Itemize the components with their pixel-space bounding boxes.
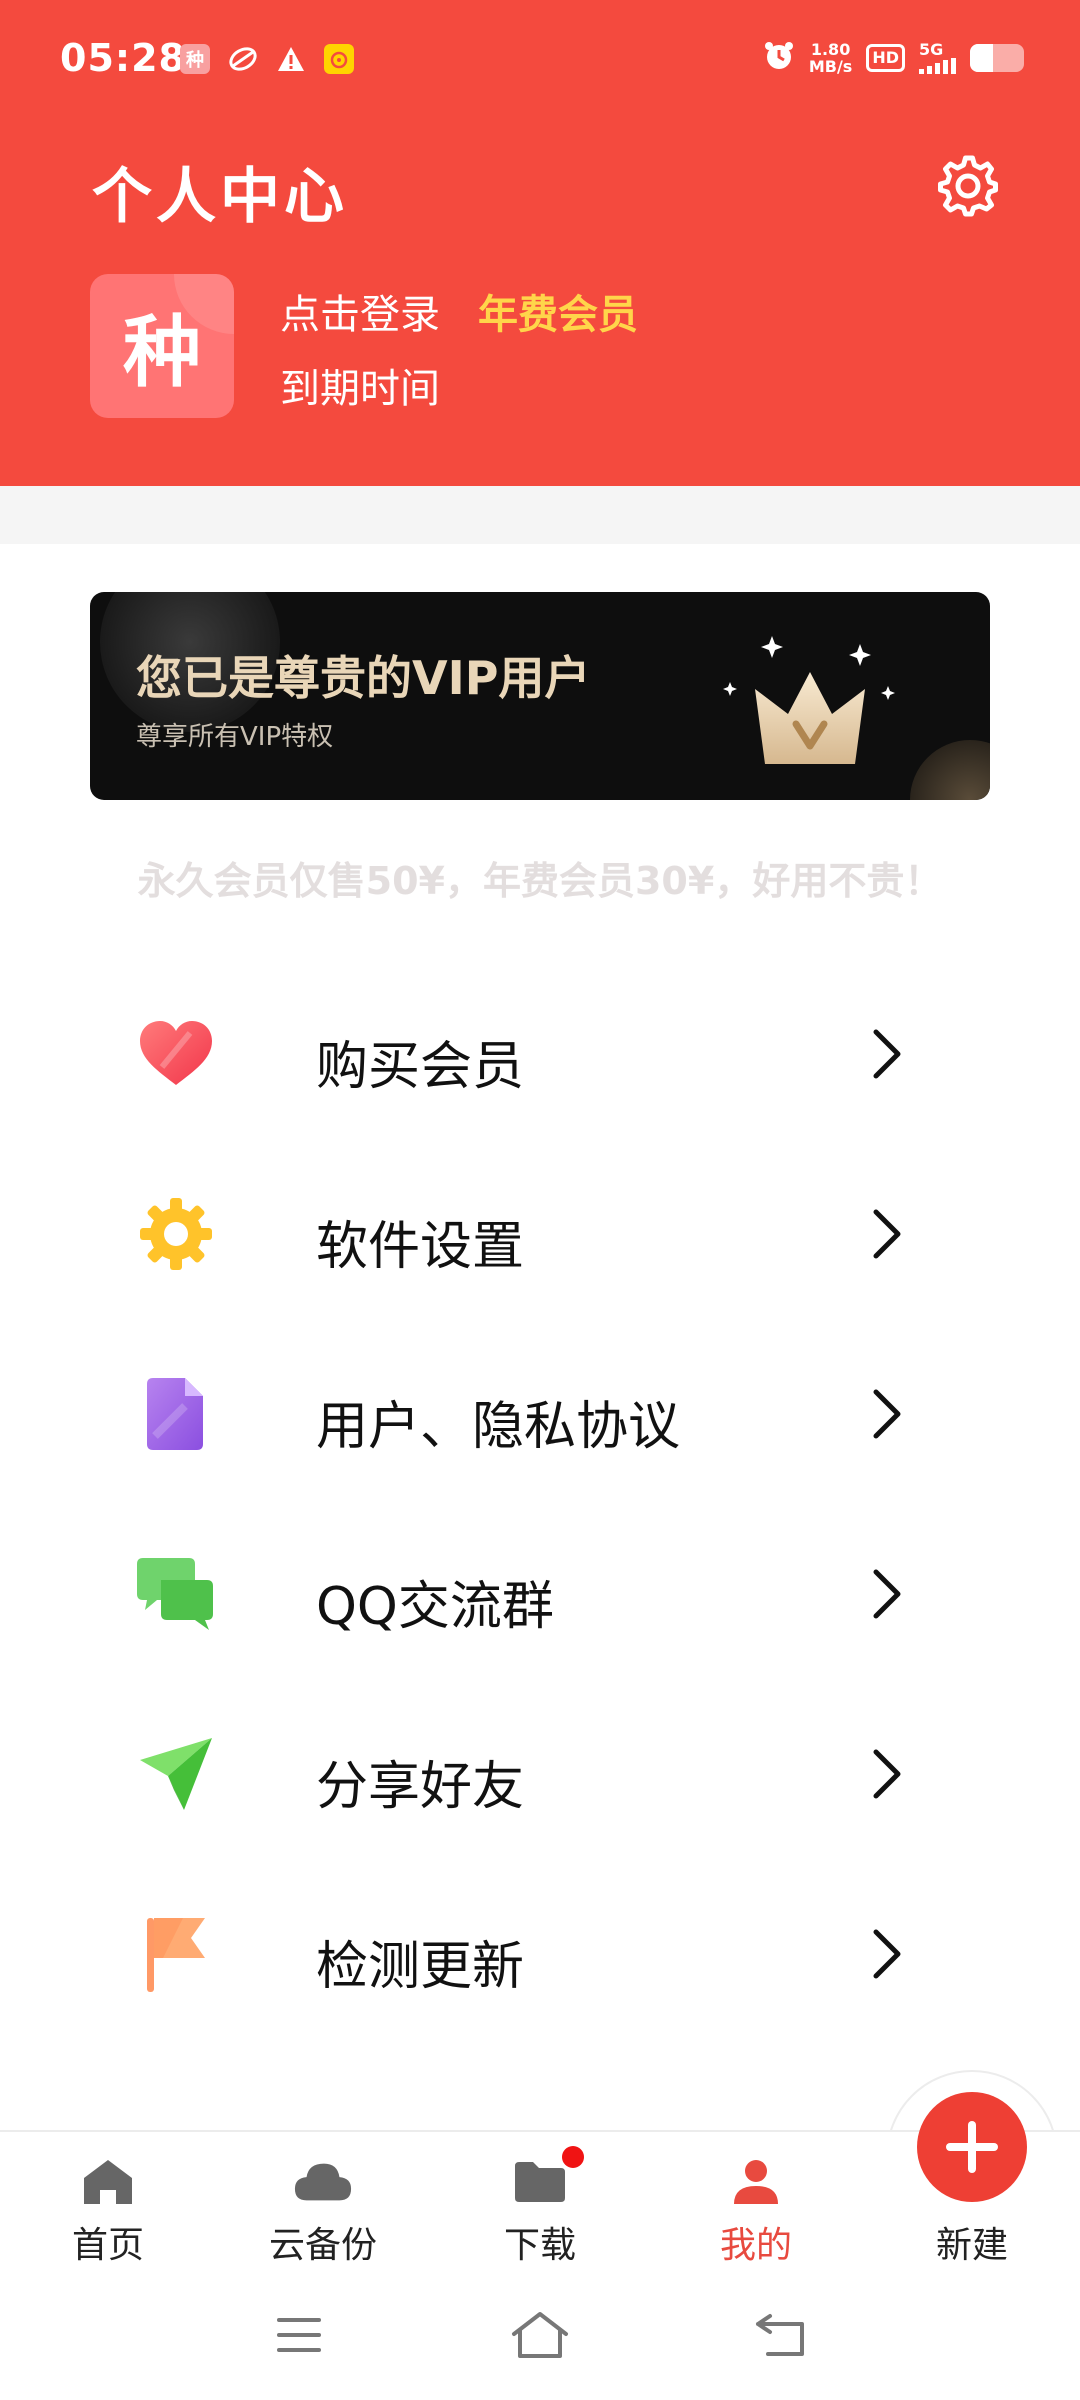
vip-title: 您已是尊贵的VIP用户 bbox=[136, 651, 591, 705]
promo-text: 永久会员仅售50¥，年费会员30¥，好用不贵！ bbox=[137, 859, 943, 903]
menu-item-user-privacy-agreement[interactable]: 用户、隐私协议 bbox=[0, 1324, 1080, 1504]
speed-unit: MB/s bbox=[808, 57, 853, 76]
nav-home[interactable]: 首页 bbox=[28, 2152, 188, 2272]
menu-label: 购买会员 bbox=[316, 1037, 525, 1097]
profile-header: 05:28 种 1.80 MB/s HD 5G 个人中心 种 点击登录 年费会员… bbox=[0, 0, 1080, 486]
home-icon bbox=[78, 2152, 138, 2212]
reminder-icon bbox=[324, 44, 354, 74]
flag-icon bbox=[136, 1914, 216, 1994]
menu-list: 购买会员 软件设置 用户、隐私协议 QQ交流群 分享好友 检测更新 bbox=[0, 964, 1080, 2044]
paper-plane-icon bbox=[136, 1734, 216, 1814]
plus-icon bbox=[946, 2121, 998, 2173]
settings-button[interactable] bbox=[932, 150, 1004, 222]
person-icon bbox=[726, 2152, 786, 2212]
chevron-right-icon bbox=[873, 1929, 901, 1979]
avatar[interactable]: 种 bbox=[90, 274, 234, 418]
system-nav-bar bbox=[0, 2270, 1080, 2400]
nav-label: 云备份 bbox=[268, 2225, 377, 2266]
chevron-right-icon bbox=[873, 1749, 901, 1799]
back-icon[interactable] bbox=[746, 2300, 816, 2370]
menu-item-qq-group[interactable]: QQ交流群 bbox=[0, 1504, 1080, 1684]
folder-icon bbox=[510, 2146, 584, 2212]
nav-label: 下载 bbox=[503, 2225, 576, 2266]
network-type: 5G bbox=[919, 40, 944, 59]
nav-label: 我的 bbox=[719, 2225, 792, 2266]
system-status: 1.80 MB/s HD 5G bbox=[763, 40, 1024, 76]
nav-download[interactable]: 下载 bbox=[460, 2146, 620, 2272]
member-type-badge: 年费会员 bbox=[478, 292, 638, 338]
expiry-label: 到期时间 bbox=[280, 366, 440, 412]
alarm-icon bbox=[763, 40, 795, 76]
menu-label: 用户、隐私协议 bbox=[316, 1397, 681, 1457]
page-title: 个人中心 bbox=[92, 162, 348, 232]
notification-dot bbox=[562, 2146, 584, 2168]
nav-cloud-backup[interactable]: 云备份 bbox=[243, 2152, 403, 2272]
menu-label: QQ交流群 bbox=[316, 1577, 554, 1637]
cloud-icon bbox=[293, 2152, 353, 2212]
home-outline-icon[interactable] bbox=[505, 2300, 575, 2370]
menu-item-software-settings[interactable]: 软件设置 bbox=[0, 1144, 1080, 1324]
battery-icon bbox=[970, 44, 1024, 72]
crown-icon bbox=[723, 636, 895, 764]
chevron-right-icon bbox=[873, 1209, 901, 1259]
chevron-right-icon bbox=[873, 1389, 901, 1439]
speed-value: 1.80 bbox=[810, 40, 851, 59]
menu-icon[interactable] bbox=[264, 2300, 334, 2370]
section-divider bbox=[0, 486, 1080, 544]
swirl-icon bbox=[228, 44, 258, 74]
signal-icon: 5G bbox=[919, 42, 956, 74]
avatar-char: 种 bbox=[122, 308, 201, 398]
login-link[interactable]: 点击登录 bbox=[280, 282, 440, 340]
menu-item-buy-membership[interactable]: 购买会员 bbox=[0, 964, 1080, 1144]
menu-item-check-update[interactable]: 检测更新 bbox=[0, 1864, 1080, 2044]
chat-icon bbox=[136, 1554, 216, 1634]
vip-subtitle: 尊享所有VIP特权 bbox=[136, 722, 334, 752]
nav-label: 首页 bbox=[71, 2225, 144, 2266]
nav-mine[interactable]: 我的 bbox=[676, 2152, 836, 2272]
new-button[interactable] bbox=[917, 2092, 1027, 2202]
gear-icon bbox=[136, 1194, 216, 1274]
menu-item-share-friends[interactable]: 分享好友 bbox=[0, 1684, 1080, 1864]
network-speed: 1.80 MB/s bbox=[809, 41, 852, 75]
chevron-right-icon bbox=[873, 1029, 901, 1079]
vip-banner[interactable]: 您已是尊贵的VIP用户 尊享所有VIP特权 bbox=[90, 592, 990, 800]
menu-label: 检测更新 bbox=[316, 1937, 525, 1997]
hd-icon: HD bbox=[866, 44, 905, 72]
notification-icons: 种 bbox=[180, 44, 354, 74]
app-notification-icon: 种 bbox=[180, 44, 210, 74]
gear-icon bbox=[938, 155, 998, 217]
document-icon bbox=[136, 1374, 216, 1454]
menu-label: 分享好友 bbox=[316, 1757, 525, 1817]
warning-icon bbox=[276, 44, 306, 74]
status-bar: 05:28 种 1.80 MB/s HD 5G bbox=[0, 0, 1080, 120]
menu-label: 软件设置 bbox=[316, 1217, 525, 1277]
status-time: 05:28 bbox=[60, 36, 186, 80]
heart-icon bbox=[136, 1014, 216, 1094]
new-button-label: 新建 bbox=[935, 2225, 1008, 2266]
chevron-right-icon bbox=[873, 1569, 901, 1619]
